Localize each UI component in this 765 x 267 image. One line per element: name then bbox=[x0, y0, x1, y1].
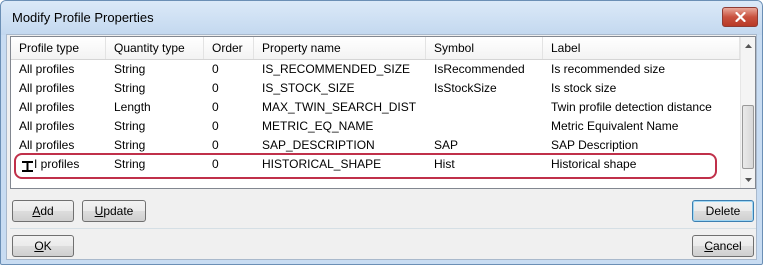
cell-property-name: IS_STOCK_SIZE bbox=[262, 81, 355, 95]
cancel-button[interactable]: Cancel bbox=[692, 235, 754, 257]
cell-quantity-type: String bbox=[114, 157, 146, 171]
table-row[interactable]: I profiles String 0 HISTORICAL_SHAPE His… bbox=[11, 155, 740, 174]
update-button[interactable]: Update bbox=[82, 200, 146, 222]
table-row[interactable]: All profiles String 0 IS_STOCK_SIZE IsSt… bbox=[11, 79, 740, 98]
cell-profile-type: All profiles bbox=[19, 62, 75, 76]
column-header-property-name[interactable]: Property name bbox=[254, 37, 426, 59]
cell-property-name: METRIC_EQ_NAME bbox=[262, 119, 374, 133]
cell-label: Twin profile detection distance bbox=[551, 100, 712, 114]
cell-label: SAP Description bbox=[551, 138, 639, 152]
cell-order: 0 bbox=[212, 138, 219, 152]
cell-symbol: SAP bbox=[434, 138, 459, 152]
cell-order: 0 bbox=[212, 62, 219, 76]
column-header-order[interactable]: Order bbox=[204, 37, 254, 59]
cell-property-name: HISTORICAL_SHAPE bbox=[262, 157, 382, 171]
add-button-label: dd bbox=[40, 204, 54, 218]
title-bar: Modify Profile Properties bbox=[1, 1, 762, 35]
cancel-button-mnemonic: C bbox=[704, 239, 713, 253]
column-header-quantity-type[interactable]: Quantity type bbox=[106, 37, 204, 59]
delete-button[interactable]: Delete bbox=[692, 200, 754, 222]
cell-symbol bbox=[426, 98, 543, 117]
separator bbox=[10, 228, 756, 229]
cell-label: Is stock size bbox=[551, 81, 617, 95]
i-profile-icon bbox=[22, 161, 33, 172]
cell-order: 0 bbox=[212, 100, 219, 114]
ok-button-label: K bbox=[43, 239, 52, 253]
cancel-button-label: ancel bbox=[712, 239, 742, 253]
cell-property-name: SAP_DESCRIPTION bbox=[262, 138, 375, 152]
scroll-up-arrow-icon bbox=[745, 43, 752, 48]
column-header-label[interactable]: Label bbox=[543, 37, 740, 59]
scroll-up-button[interactable] bbox=[741, 37, 755, 54]
cell-label: Metric Equivalent Name bbox=[551, 119, 679, 133]
cell-property-name: MAX_TWIN_SEARCH_DIST bbox=[262, 100, 417, 114]
update-button-mnemonic: U bbox=[94, 204, 104, 218]
column-header-symbol[interactable]: Symbol bbox=[426, 37, 543, 59]
column-header-profile-type[interactable]: Profile type bbox=[11, 37, 106, 59]
cell-profile-type: All profiles bbox=[19, 81, 75, 95]
table-row[interactable]: All profiles String 0 METRIC_EQ_NAME Met… bbox=[11, 117, 740, 136]
cell-profile-type: All profiles bbox=[19, 100, 75, 114]
cell-order: 0 bbox=[212, 157, 219, 171]
cell-quantity-type: String bbox=[114, 62, 146, 76]
delete-button-label: Delete bbox=[705, 204, 741, 218]
cell-order: 0 bbox=[212, 119, 219, 133]
cell-symbol bbox=[426, 117, 543, 136]
properties-list[interactable]: Profile type Quantity type Order Propert… bbox=[10, 36, 756, 189]
cell-quantity-type: String bbox=[114, 119, 146, 133]
cell-symbol: IsStockSize bbox=[434, 81, 497, 95]
cell-profile-type: All profiles bbox=[19, 138, 75, 152]
cell-order: 0 bbox=[212, 81, 219, 95]
add-button[interactable]: Add bbox=[12, 200, 74, 222]
table-row[interactable]: All profiles String 0 IS_RECOMMENDED_SIZ… bbox=[11, 60, 740, 79]
ok-button-mnemonic: O bbox=[34, 239, 44, 253]
table-row[interactable]: All profiles Length 0 MAX_TWIN_SEARCH_DI… bbox=[11, 98, 740, 117]
cell-label: Historical shape bbox=[551, 157, 637, 171]
table-row[interactable]: All profiles String 0 SAP_DESCRIPTION SA… bbox=[11, 136, 740, 155]
cell-symbol: Hist bbox=[434, 157, 455, 171]
cell-symbol: IsRecommended bbox=[434, 62, 525, 76]
close-icon bbox=[734, 12, 746, 22]
cell-property-name: IS_RECOMMENDED_SIZE bbox=[262, 62, 411, 76]
list-header: Profile type Quantity type Order Propert… bbox=[11, 37, 740, 60]
scroll-down-arrow-icon bbox=[745, 177, 752, 182]
ok-button[interactable]: OK bbox=[12, 235, 74, 257]
window-title: Modify Profile Properties bbox=[12, 10, 154, 25]
update-button-label: pdate bbox=[103, 204, 134, 218]
cell-quantity-type: String bbox=[114, 81, 146, 95]
cell-profile-type: All profiles bbox=[19, 119, 75, 133]
cell-quantity-type: String bbox=[114, 138, 146, 152]
cell-quantity-type: Length bbox=[114, 100, 151, 114]
scroll-down-button[interactable] bbox=[741, 171, 755, 188]
close-button[interactable] bbox=[722, 7, 758, 27]
scrollbar-thumb[interactable] bbox=[742, 105, 754, 169]
vertical-scrollbar[interactable] bbox=[740, 37, 755, 188]
cell-label: Is recommended size bbox=[551, 62, 666, 76]
dialog-window: Modify Profile Properties Profile type Q… bbox=[0, 0, 763, 265]
